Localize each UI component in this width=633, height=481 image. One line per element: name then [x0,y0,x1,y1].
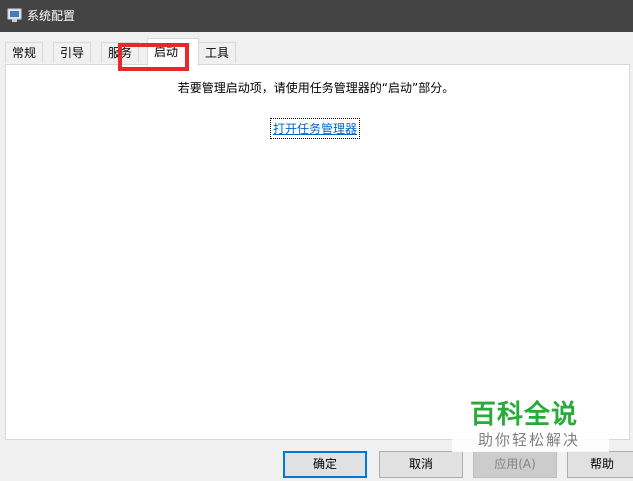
window-title: 系统配置 [27,9,76,23]
startup-tab-highlight [118,43,189,71]
open-task-manager-link[interactable]: 打开任务管理器 [269,118,361,139]
tab-strip [0,32,633,65]
tab-tools[interactable]: 工具 [198,42,237,63]
ok-button[interactable]: 确定 [283,451,367,478]
system-config-icon [7,8,22,22]
watermark: 百科全说 助你轻松解决 [452,392,609,452]
cancel-button[interactable]: 取消 [379,451,463,478]
tab-boot[interactable]: 引导 [53,42,92,63]
title-bar[interactable]: 系统配置 [0,0,633,32]
watermark-subtitle: 助你轻松解决 [478,431,581,449]
startup-panel: 若要管理启动项，请使用任务管理器的“启动”部分。 打开任务管理器 [5,64,630,440]
tab-general[interactable]: 常规 [5,42,44,63]
watermark-title: 百科全说 [470,400,579,430]
startup-message: 若要管理启动项，请使用任务管理器的“启动”部分。 [177,81,455,95]
apply-button[interactable]: 应用(A) [473,451,557,478]
help-button[interactable]: 帮助 [567,451,633,478]
